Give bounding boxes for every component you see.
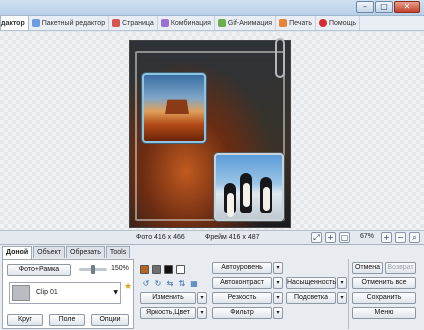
clip-label: Clip 01 [36, 289, 58, 296]
rotate-left-icon[interactable]: ↺ [141, 279, 151, 289]
backlight-dropdown[interactable]: ▾ [337, 292, 347, 304]
black-swatch[interactable] [164, 265, 173, 274]
zoom-level: 67% [360, 233, 375, 240]
backlight-button[interactable]: Подсветка [286, 292, 336, 304]
window-controls: – □ ✕ [356, 1, 420, 13]
photo-size: Фото 416 x 466 [136, 234, 185, 241]
zoom-minus-icon[interactable]: − [395, 232, 406, 243]
zoom-actual-icon[interactable]: ▢ [339, 232, 350, 243]
cancel-all-button[interactable]: Отменить все [352, 277, 416, 289]
tab-combination-label: Комбинация [170, 19, 211, 27]
tab-help-label: Помощь [329, 19, 357, 27]
desert-photo [142, 73, 206, 143]
close-button[interactable]: ✕ [394, 1, 420, 13]
tab-gif-label: Gif-Анимация [227, 19, 273, 27]
change-dropdown[interactable]: ▾ [197, 292, 207, 304]
tab-object[interactable]: Объект [33, 246, 65, 258]
flip-vertical-icon[interactable]: ⇅ [177, 279, 187, 289]
penguin-3 [260, 177, 272, 213]
penguin-photo [214, 153, 284, 221]
field-button[interactable]: Поле [49, 314, 85, 326]
tab-print[interactable]: Печать [276, 16, 316, 30]
panel-divider [348, 259, 349, 329]
frame-slider[interactable] [79, 265, 107, 274]
tool-panel: Доной Объект Обрезать Tools Фото+Рамка 1… [0, 244, 424, 330]
zoom-menu-icon[interactable]: ⌕ [409, 232, 420, 243]
tab-crop[interactable]: Обрезать [66, 246, 105, 258]
rotate-right-icon[interactable]: ↻ [153, 279, 163, 289]
tab-batch-editor-label: Пакетный редактор [41, 19, 106, 27]
photo-frame-button[interactable]: Фото+Рамка [7, 264, 71, 276]
grid-icon[interactable]: ▦ [189, 279, 199, 289]
collage-image[interactable] [129, 40, 291, 228]
batch-editor-icon [31, 19, 40, 27]
panel-tabs: Доной Объект Обрезать Tools [2, 246, 131, 259]
save-button[interactable]: Сохранить [352, 292, 416, 304]
brightness-dropdown[interactable]: ▾ [197, 307, 207, 319]
tab-editor[interactable]: дактор [0, 15, 29, 30]
penguin-1 [224, 183, 236, 217]
gray-swatch[interactable] [152, 265, 161, 274]
main-tab-content: Фото+Рамка 150% Clip 01 ▼ ★ Круг Поле Оп… [2, 259, 134, 329]
filter-dropdown[interactable]: ▾ [273, 307, 283, 319]
tab-gif[interactable]: Gif-Анимация [215, 16, 277, 30]
clip-thumbnail [12, 285, 30, 301]
favorite-star-icon[interactable]: ★ [124, 282, 132, 292]
combination-icon [160, 19, 169, 27]
fit-screen-icon[interactable]: ⤢ [311, 232, 322, 243]
sharpness-button[interactable]: Резкость [212, 292, 272, 304]
main-tab-bar: дактор Пакетный редактор Страница Комбин… [0, 15, 424, 31]
autolevel-button[interactable]: Автоуровень [212, 262, 272, 274]
options-button[interactable]: Опции [91, 314, 129, 326]
saturation-button[interactable]: Насыщенность [286, 277, 336, 289]
chevron-down-icon: ▼ [113, 289, 118, 296]
autocontrast-dropdown[interactable]: ▾ [273, 277, 283, 289]
tab-page-label: Страница [122, 19, 154, 27]
butte-shape [165, 99, 189, 114]
menu-button[interactable]: Меню [352, 307, 416, 319]
autocontrast-button[interactable]: Автоконтраст [212, 277, 272, 289]
zoom-plus-icon[interactable]: + [381, 232, 392, 243]
print-icon [279, 19, 288, 27]
saturation-dropdown[interactable]: ▾ [337, 277, 347, 289]
info-strip: Фото 416 x 466 Фрейм 416 x 487 ⤢ + ▢ 67%… [0, 230, 424, 244]
redo-button[interactable]: Возврат [385, 262, 416, 274]
penguin-2 [240, 173, 252, 213]
page-icon [112, 19, 121, 27]
flip-horizontal-icon[interactable]: ⇆ [165, 279, 175, 289]
cancel-button[interactable]: Отмена [352, 262, 383, 274]
tab-page[interactable]: Страница [109, 16, 158, 30]
sepia-swatch[interactable] [140, 265, 149, 274]
zoom-in-icon[interactable]: + [325, 232, 336, 243]
sharpness-dropdown[interactable]: ▾ [273, 292, 283, 304]
editor-canvas[interactable] [0, 32, 424, 230]
white-swatch[interactable] [176, 265, 185, 274]
circle-button[interactable]: Круг [7, 314, 43, 326]
autolevel-dropdown[interactable]: ▾ [273, 262, 283, 274]
gif-icon [217, 19, 226, 27]
tab-main[interactable]: Доной [2, 246, 33, 259]
brightness-color-button[interactable]: Яркость,Цвет [140, 307, 196, 319]
maximize-button[interactable]: □ [375, 1, 393, 13]
frame-size: Фрейм 416 x 487 [205, 234, 260, 241]
help-icon [319, 19, 327, 27]
tab-combination[interactable]: Комбинация [158, 16, 215, 30]
tab-batch-editor[interactable]: Пакетный редактор [29, 16, 110, 30]
tab-help[interactable]: Помощь [316, 16, 361, 30]
paper-clip [275, 38, 285, 78]
slider-thumb[interactable] [91, 265, 95, 274]
tab-tools[interactable]: Tools [105, 246, 131, 258]
title-bar: – □ ✕ [0, 0, 424, 16]
minimize-button[interactable]: – [356, 1, 374, 13]
slider-percent: 150% [111, 265, 129, 272]
change-button[interactable]: Изменить [140, 292, 196, 304]
tab-editor-label: дактор [1, 19, 25, 27]
clip-selector[interactable]: Clip 01 ▼ [9, 282, 121, 304]
tab-print-label: Печать [289, 19, 312, 27]
filter-button[interactable]: Фильтр [212, 307, 272, 319]
